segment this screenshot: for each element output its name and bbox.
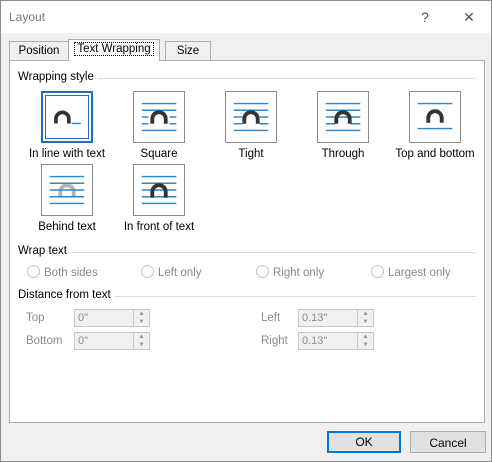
ok-button[interactable]: OK [327,431,401,453]
spin-down-icon[interactable]: ▼ [134,318,149,326]
tab-position[interactable]: Position [9,41,69,60]
spin-down-icon[interactable]: ▼ [358,318,373,326]
text-wrapping-panel: Wrapping style In line with text Square … [9,60,485,423]
radio-label: Left only [158,267,202,279]
radio-both-sides[interactable]: Both sides [27,265,98,279]
wrap-option-inline[interactable]: In line with text [17,91,117,160]
radio-circle [371,265,384,278]
inline-wrap-icon [41,91,93,143]
radio-left-only[interactable]: Left only [141,265,201,279]
spin-down-icon[interactable]: ▼ [358,341,373,349]
wrap-option-label: In line with text [28,148,106,160]
tab-text-wrapping[interactable]: Text Wrapping [68,39,160,61]
wrap-option-square[interactable]: Square [109,91,209,160]
top-value: 0" [78,312,89,324]
radio-circle [256,265,269,278]
through-wrap-icon [317,91,369,143]
radio-largest-only[interactable]: Largest only [371,265,451,279]
dialog-title: Layout [9,10,46,24]
radio-circle [141,265,154,278]
tab-label: Text Wrapping [74,42,154,56]
spin-down-icon[interactable]: ▼ [134,341,149,349]
layout-dialog: Layout ? ✕ Position Text Wrapping Size W… [0,0,492,462]
wrap-option-in-front[interactable]: In front of text [109,164,209,233]
left-value: 0.13" [302,312,328,324]
right-value: 0.13" [302,335,328,347]
radio-label: Largest only [388,267,451,279]
wrapping-style-heading: Wrapping style [18,71,98,83]
spin-up-icon[interactable]: ▲ [358,333,373,341]
radio-right-only[interactable]: Right only [256,265,324,279]
in-front-text-icon [133,164,185,216]
spin-up-icon[interactable]: ▲ [134,310,149,318]
right-spinner[interactable]: 0.13" ▲ ▼ [298,332,374,350]
radio-circle [27,265,40,278]
spinner-arrows[interactable]: ▲ ▼ [357,333,373,349]
help-button[interactable]: ? [414,7,436,27]
top-bottom-wrap-icon [409,91,461,143]
wrap-option-label: Through [321,148,365,160]
close-button[interactable]: ✕ [458,7,480,27]
top-label: Top [26,312,45,324]
wrap-option-through[interactable]: Through [293,91,393,160]
bottom-spinner[interactable]: 0" ▲ ▼ [74,332,150,350]
bottom-value: 0" [78,335,89,347]
tight-wrap-icon [225,91,277,143]
cancel-button[interactable]: Cancel [410,431,486,453]
wrap-option-tight[interactable]: Tight [201,91,301,160]
right-label: Right [261,335,288,347]
behind-text-icon [41,164,93,216]
wrap-option-label: Behind text [38,221,96,233]
spinner-arrows[interactable]: ▲ ▼ [133,333,149,349]
spinner-arrows[interactable]: ▲ ▼ [133,310,149,326]
spin-up-icon[interactable]: ▲ [358,310,373,318]
wrap-option-behind[interactable]: Behind text [17,164,117,233]
left-label: Left [261,312,281,324]
wrap-option-label: Square [140,148,178,160]
spin-up-icon[interactable]: ▲ [134,333,149,341]
square-wrap-icon [133,91,185,143]
tab-label: Size [176,45,200,57]
title-bar: Layout ? ✕ [1,1,491,33]
radio-label: Right only [273,267,325,279]
wrap-option-top-bottom[interactable]: Top and bottom [385,91,485,160]
wrap-option-label: In front of text [123,221,195,233]
distance-heading: Distance from text [18,289,115,301]
section-divider [18,252,476,253]
spinner-arrows[interactable]: ▲ ▼ [357,310,373,326]
wrap-text-heading: Wrap text [18,245,71,257]
left-spinner[interactable]: 0.13" ▲ ▼ [298,309,374,327]
wrap-option-label: Tight [238,148,264,160]
radio-label: Both sides [44,267,98,279]
wrap-option-label: Top and bottom [395,148,475,160]
bottom-label: Bottom [26,335,63,347]
tab-label: Position [18,45,60,57]
tab-size[interactable]: Size [165,41,211,60]
top-spinner[interactable]: 0" ▲ ▼ [74,309,150,327]
